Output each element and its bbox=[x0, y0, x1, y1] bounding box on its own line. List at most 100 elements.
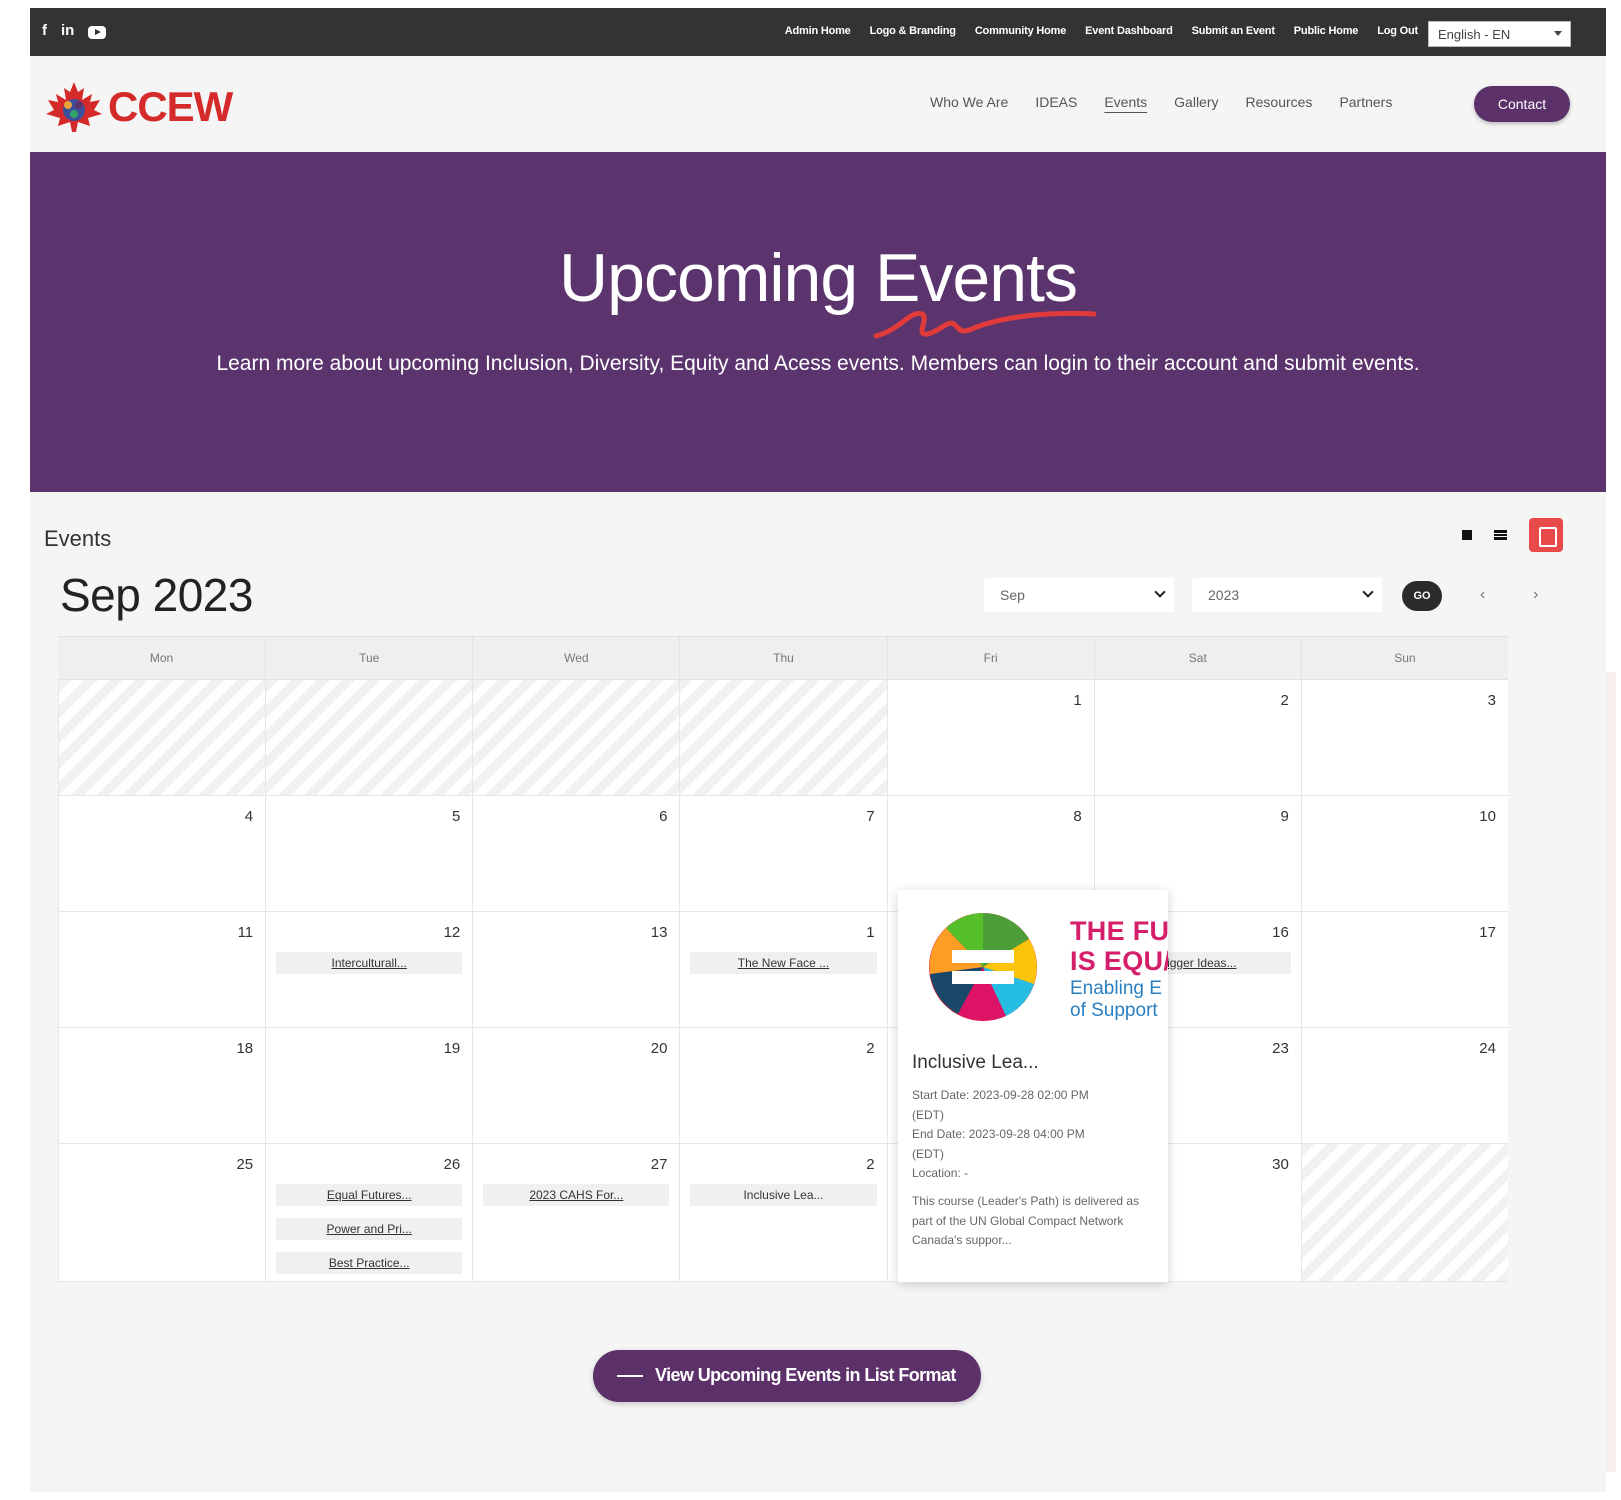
grid-view-icon[interactable] bbox=[1462, 530, 1472, 540]
day-cell[interactable]: 26 Equal Futures... Power and Pri... Bes… bbox=[265, 1144, 473, 1282]
day-cell[interactable]: 2 Inclusive Lea... bbox=[679, 1144, 887, 1282]
language-select-value: English - EN bbox=[1438, 27, 1511, 42]
day-number: 11 bbox=[237, 924, 254, 941]
logout-link[interactable]: Log Out bbox=[1377, 25, 1418, 37]
submit-event-link[interactable]: Submit an Event bbox=[1192, 25, 1275, 37]
underline-squiggle-icon bbox=[873, 310, 1097, 339]
day-number: 6 bbox=[659, 808, 668, 825]
day-number: 26 bbox=[443, 1156, 461, 1173]
nav-who-we-are[interactable]: Who We Are bbox=[930, 94, 1008, 110]
admin-home-link[interactable]: Admin Home bbox=[785, 25, 851, 37]
empty-day-cell bbox=[1300, 1144, 1508, 1282]
day-cell[interactable]: 11 bbox=[58, 912, 266, 1028]
day-number: 27 bbox=[650, 1156, 668, 1173]
day-cell[interactable]: 2 bbox=[1093, 680, 1301, 796]
view-list-format-button[interactable]: View Upcoming Events in List Format bbox=[593, 1350, 981, 1402]
day-number: 10 bbox=[1479, 808, 1496, 825]
calendar-week: 4 5 6 7 8 9 10 bbox=[58, 796, 1508, 912]
dash-icon bbox=[617, 1375, 643, 1377]
empty-day-cell bbox=[58, 680, 266, 796]
day-cell[interactable]: 3 bbox=[1300, 680, 1508, 796]
view-toggle bbox=[1462, 518, 1563, 552]
end-date: End Date: 2023-09-28 04:00 PM bbox=[912, 1127, 1085, 1141]
calendar-event-link[interactable]: 2023 CAHS For... bbox=[483, 1184, 670, 1206]
day-number: 18 bbox=[236, 1040, 254, 1057]
calendar-view-icon[interactable] bbox=[1529, 518, 1563, 552]
calendar-week: 11 12 Interculturall... 13 1 The New Fac… bbox=[58, 912, 1508, 1028]
calendar-event-link[interactable]: Equal Futures... bbox=[276, 1184, 463, 1206]
youtube-icon[interactable] bbox=[88, 25, 107, 39]
calendar-event-link[interactable]: Inclusive Lea... bbox=[690, 1184, 877, 1206]
hero-subtitle: Learn more about upcoming Inclusion, Div… bbox=[216, 352, 1420, 375]
weekday-label: Mon bbox=[149, 651, 174, 665]
calendar-event-link[interactable]: The New Face ... bbox=[690, 952, 877, 974]
day-cell[interactable]: 5 bbox=[265, 796, 473, 912]
contact-button[interactable]: Contact bbox=[1474, 86, 1570, 122]
day-number: 24 bbox=[1479, 1040, 1496, 1057]
day-cell[interactable]: 27 2023 CAHS For... bbox=[472, 1144, 680, 1282]
location: Location: - bbox=[912, 1166, 969, 1180]
day-cell[interactable]: 13 bbox=[472, 912, 680, 1028]
nav-gallery[interactable]: Gallery bbox=[1174, 94, 1218, 110]
start-date: Start Date: 2023-09-28 02:00 PM bbox=[912, 1088, 1089, 1102]
day-cell[interactable]: 7 bbox=[679, 796, 887, 912]
empty-day-cell bbox=[472, 680, 680, 796]
linkedin-icon[interactable]: in bbox=[61, 22, 74, 40]
event-dashboard-link[interactable]: Event Dashboard bbox=[1085, 25, 1173, 37]
logo-text: CCEW bbox=[108, 83, 233, 130]
chevron-down-icon bbox=[1154, 586, 1166, 598]
nav-resources[interactable]: Resources bbox=[1246, 94, 1313, 110]
day-cell[interactable]: 1 bbox=[886, 680, 1094, 796]
logo-branding-link[interactable]: Logo & Branding bbox=[870, 25, 956, 37]
go-button[interactable]: GO bbox=[1402, 581, 1442, 611]
day-cell[interactable]: 17 bbox=[1300, 912, 1508, 1028]
day-cell[interactable]: 18 bbox=[58, 1028, 266, 1144]
day-cell[interactable]: 2 bbox=[679, 1028, 887, 1144]
calendar-event-link[interactable]: Power and Pri... bbox=[276, 1218, 463, 1240]
site-logo[interactable]: CCEW bbox=[42, 80, 233, 134]
weekday-label: Wed bbox=[472, 637, 679, 679]
nav-ideas[interactable]: IDEAS bbox=[1035, 94, 1077, 110]
year-select[interactable]: 2023 bbox=[1192, 578, 1382, 612]
day-number: 7 bbox=[866, 808, 875, 825]
calendar-event-link[interactable]: Interculturall... bbox=[276, 952, 463, 974]
next-month-button[interactable]: › bbox=[1533, 586, 1538, 604]
calendar-event-link[interactable]: Best Practice... bbox=[276, 1252, 463, 1274]
day-number: 1 bbox=[1073, 692, 1082, 709]
event-image-text: IS EQU/ bbox=[1070, 946, 1168, 976]
day-cell[interactable]: 6 bbox=[472, 796, 680, 912]
facebook-icon[interactable]: f bbox=[42, 22, 47, 40]
day-number: 2 bbox=[1280, 692, 1289, 709]
popup-event-title[interactable]: Inclusive Lea... bbox=[912, 1052, 1039, 1074]
day-number: 2 bbox=[866, 1156, 875, 1173]
social-links: f in bbox=[42, 22, 107, 40]
calendar-week: 1 2 3 bbox=[58, 680, 1508, 796]
prev-month-button[interactable]: ‹ bbox=[1480, 586, 1485, 604]
day-cell[interactable]: 19 bbox=[265, 1028, 473, 1144]
day-number: 19 bbox=[443, 1040, 461, 1057]
community-home-link[interactable]: Community Home bbox=[975, 25, 1067, 37]
day-number: 12 bbox=[443, 924, 461, 941]
day-number: 9 bbox=[1280, 808, 1289, 825]
language-select[interactable]: English - EN bbox=[1428, 21, 1571, 47]
empty-day-cell bbox=[265, 680, 473, 796]
day-cell[interactable]: 24 bbox=[1300, 1028, 1508, 1144]
day-cell[interactable]: 20 bbox=[472, 1028, 680, 1144]
list-view-icon[interactable] bbox=[1494, 530, 1507, 540]
event-image: THE FU IS EQU/ Enabling E of Support bbox=[898, 890, 1168, 1040]
day-cell[interactable]: 1 The New Face ... bbox=[679, 912, 887, 1028]
event-preview-popup[interactable]: THE FU IS EQU/ Enabling E of Support Inc… bbox=[898, 890, 1168, 1282]
day-cell[interactable]: 12 Interculturall... bbox=[265, 912, 473, 1028]
day-cell[interactable]: 25 bbox=[58, 1144, 266, 1282]
nav-events[interactable]: Events bbox=[1104, 94, 1147, 110]
event-image-text: of Support bbox=[1070, 1000, 1158, 1021]
day-cell[interactable]: 4 bbox=[58, 796, 266, 912]
site-header: CCEW Who We Are IDEAS Events Gallery Res… bbox=[30, 56, 1606, 152]
start-timezone: (EDT) bbox=[912, 1107, 944, 1122]
day-cell[interactable]: 10 bbox=[1300, 796, 1508, 912]
popup-event-meta: Start Date: 2023-09-28 02:00 PM (EDT) En… bbox=[912, 1086, 1144, 1184]
month-select[interactable]: Sep bbox=[984, 578, 1174, 612]
nav-partners[interactable]: Partners bbox=[1339, 94, 1392, 110]
event-image-text: THE FU bbox=[1070, 916, 1168, 946]
public-home-link[interactable]: Public Home bbox=[1294, 25, 1359, 37]
